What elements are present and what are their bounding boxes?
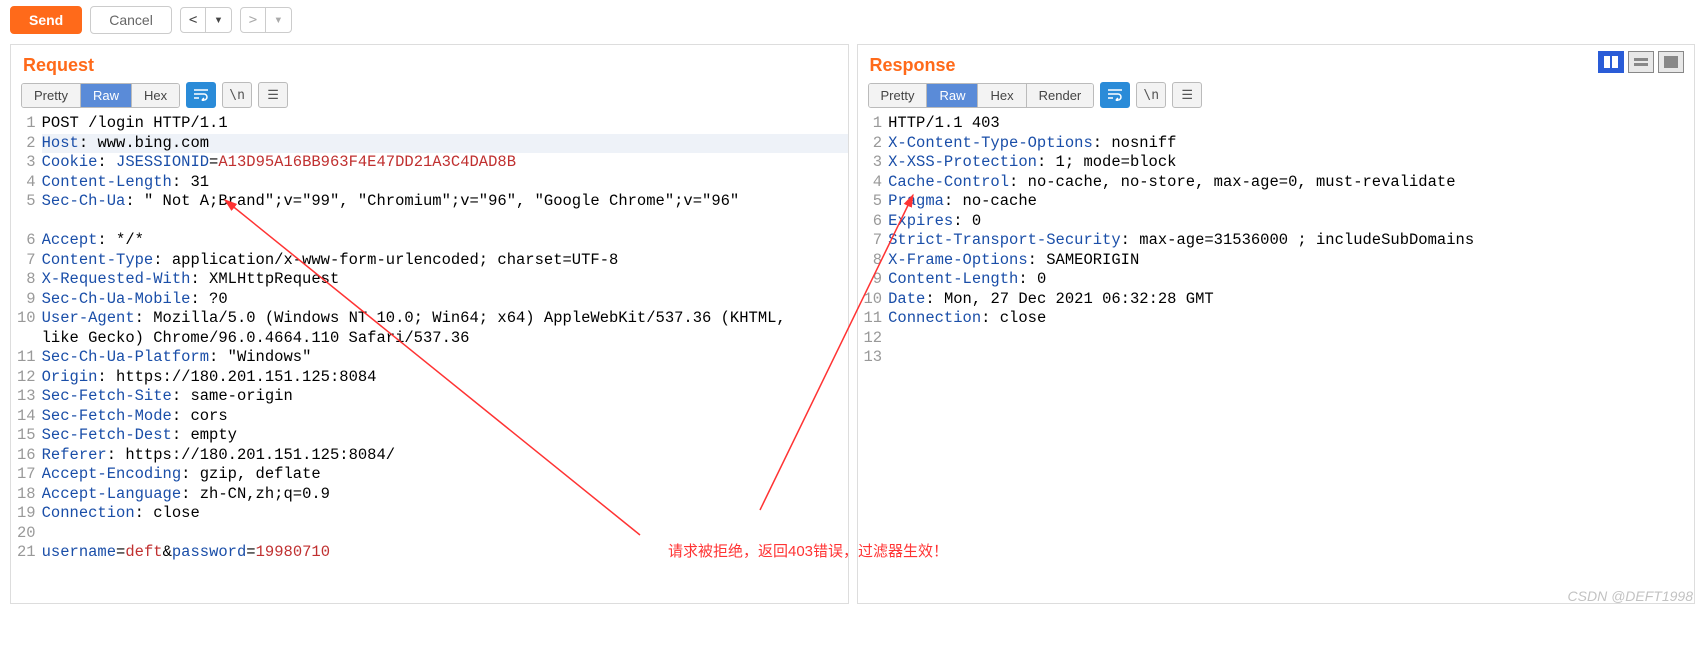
response-subtabs: Pretty Raw Hex Render \n ☰ [858,82,1695,114]
forward-dropdown-icon[interactable]: ▾ [265,8,290,32]
tab-pretty[interactable]: Pretty [869,84,927,107]
wrap-toggle-icon[interactable] [1100,82,1130,108]
layout-split-horizontal-icon[interactable] [1628,51,1654,73]
request-subtabs: Pretty Raw Hex \n ☰ [11,82,848,114]
watermark: CSDN @DEFT1998 [1568,588,1693,604]
newline-chars-button[interactable]: \n [1136,82,1166,108]
request-panel: Request Pretty Raw Hex \n ☰ 123456789101… [10,44,849,604]
newline-chars-button[interactable]: \n [222,82,252,108]
back-icon[interactable]: < [181,8,205,32]
tab-render[interactable]: Render [1026,84,1094,107]
send-button[interactable]: Send [10,6,82,34]
forward-icon[interactable]: > [241,8,265,32]
panels-container: Request Pretty Raw Hex \n ☰ 123456789101… [0,40,1705,608]
hamburger-icon[interactable]: ☰ [258,82,288,108]
history-back-group[interactable]: < ▾ [180,7,232,33]
back-dropdown-icon[interactable]: ▾ [205,8,230,32]
tab-hex[interactable]: Hex [977,84,1025,107]
layout-controls [1598,51,1684,73]
hamburger-icon[interactable]: ☰ [1172,82,1202,108]
response-editor[interactable]: 12345678910111213 HTTP/1.1 403 X-Content… [858,114,1695,378]
cancel-button[interactable]: Cancel [90,6,172,34]
tab-raw[interactable]: Raw [80,84,131,107]
layout-single-icon[interactable] [1658,51,1684,73]
response-title: Response [870,55,956,75]
tab-hex[interactable]: Hex [131,84,179,107]
request-title: Request [23,55,94,75]
history-forward-group[interactable]: > ▾ [240,7,292,33]
wrap-toggle-icon[interactable] [186,82,216,108]
action-toolbar: Send Cancel < ▾ > ▾ [0,0,1705,40]
request-editor[interactable]: 123456789101112131415161718192021 POST /… [11,114,848,573]
tab-raw[interactable]: Raw [926,84,977,107]
layout-split-vertical-icon[interactable] [1598,51,1624,73]
tab-pretty[interactable]: Pretty [22,84,80,107]
response-panel: Response Pretty Raw Hex Render \n ☰ 1234… [857,44,1696,604]
